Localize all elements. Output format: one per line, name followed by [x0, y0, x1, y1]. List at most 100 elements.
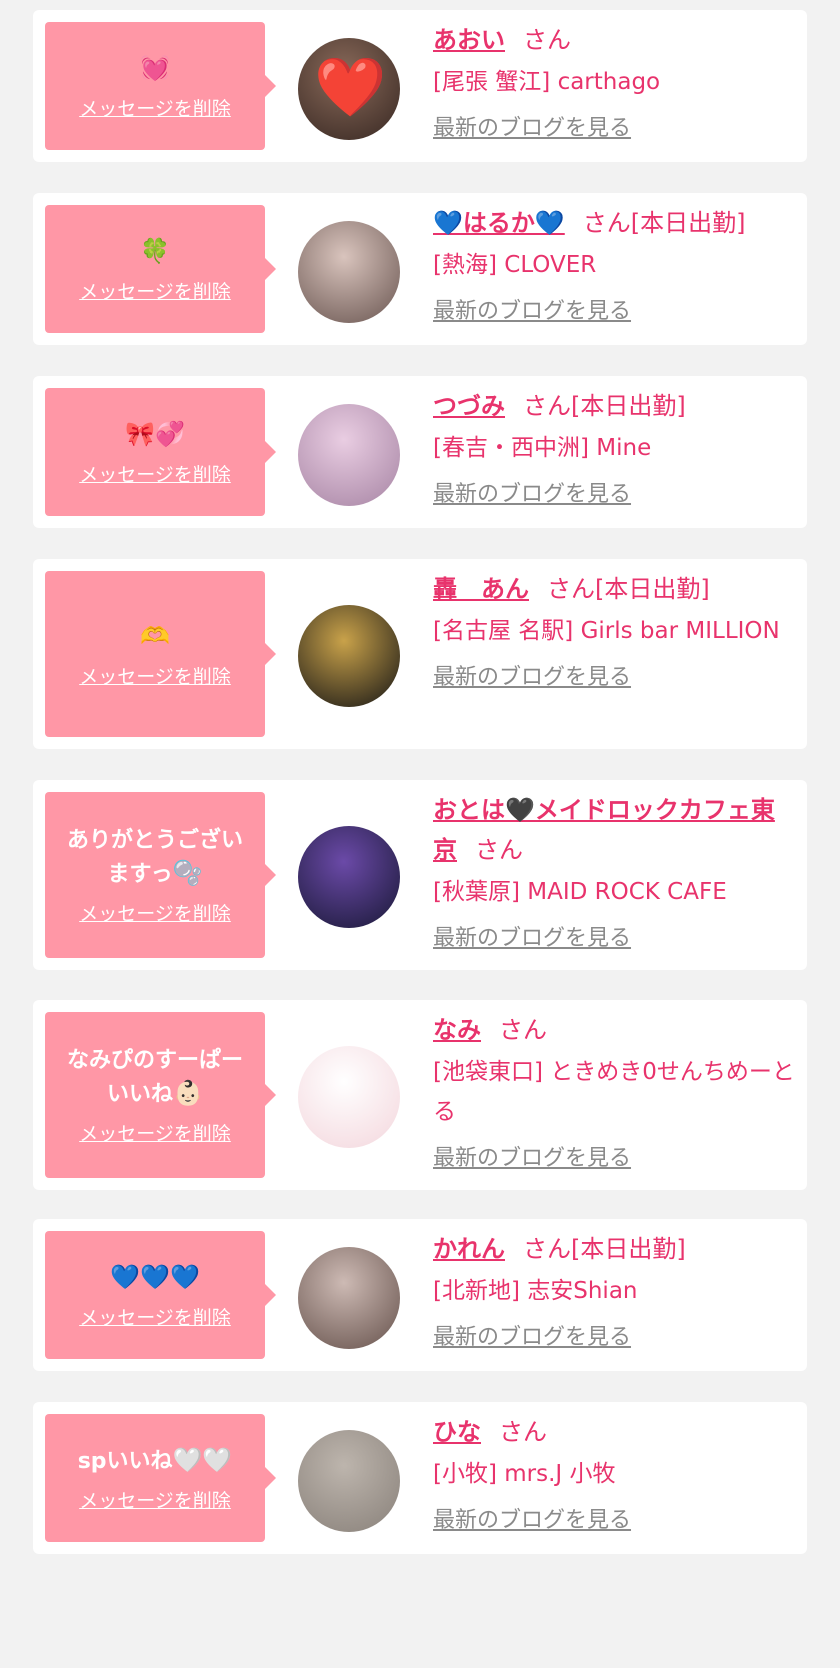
message-card: なみぴのすーぱーいいね👶🏻 メッセージを削除 なみ さん [池袋東口] ときめき0せんち… — [33, 1000, 807, 1190]
message-bubble: 💓 メッセージを削除 — [45, 22, 276, 150]
message-text: 🎀💞 — [113, 418, 197, 452]
message-emoji: 💙💙💙 — [110, 1262, 200, 1291]
name-suffix: さん[本日出勤] — [582, 209, 746, 237]
message-bubble: spいいね🤍🤍 メッセージを削除 — [45, 1414, 276, 1542]
message-text: 💓 — [128, 52, 182, 86]
name-line: ひな さん — [433, 1412, 795, 1452]
message-emoji: 🫧 — [172, 858, 203, 887]
avatar[interactable] — [298, 404, 400, 506]
message-bubble: 🫶 メッセージを削除 — [45, 571, 276, 737]
latest-blog-link[interactable]: 最新のブログを見る — [433, 1323, 631, 1353]
profile-name-link[interactable]: なみ — [433, 1016, 481, 1044]
avatar[interactable] — [298, 1046, 400, 1148]
delete-message-link[interactable]: メッセージを削除 — [79, 1303, 231, 1330]
message-body: ありがとうございますっ — [66, 827, 243, 887]
message-card: 🍀 メッセージを削除 💙はるか💙 さん[本日出勤] [熱海] CLOVER 最新のブログを… — [33, 193, 807, 345]
message-emoji: 🫶 — [140, 621, 170, 650]
latest-blog-link[interactable]: 最新のブログを見る — [433, 480, 631, 510]
message-text: 🍀 — [128, 235, 182, 269]
message-bubble: 🎀💞 メッセージを削除 — [45, 388, 276, 516]
message-card: 💙💙💙 メッセージを削除 かれん さん[本日出勤] [北新地] 志安Shian 最新のブロ… — [33, 1219, 807, 1371]
name-line: なみ さん — [433, 1010, 795, 1050]
message-list: 💓 メッセージを削除 ❤️ あおい さん [尾張 蟹江] carthago 最新のブログを見… — [0, 0, 840, 1668]
latest-blog-link[interactable]: 最新のブログを見る — [433, 1506, 631, 1536]
delete-message-link[interactable]: メッセージを削除 — [79, 94, 231, 121]
message-text: spいいね🤍🤍 — [66, 1444, 245, 1478]
message-text: 🫶 — [128, 620, 182, 654]
message-body: なみぴのすーぱーいいね — [66, 1047, 243, 1107]
shop-label: [名古屋 名駅] Girls bar MILLION — [433, 618, 780, 644]
message-text: なみぴのすーぱーいいね👶🏻 — [45, 1045, 265, 1111]
shop-label: [秋葉原] MAID ROCK CAFE — [433, 879, 727, 905]
message-body: spいいね — [77, 1448, 173, 1474]
message-bubble: なみぴのすーぱーいいね👶🏻 メッセージを削除 — [45, 1012, 276, 1178]
name-line: 轟 あん さん[本日出勤] — [433, 569, 795, 609]
profile-name-link[interactable]: つづみ — [433, 392, 505, 420]
message-card: 💓 メッセージを削除 ❤️ あおい さん [尾張 蟹江] carthago 最新のブログを見… — [33, 10, 807, 162]
name-suffix: さん[本日出勤] — [523, 392, 686, 420]
avatar[interactable]: ❤️ — [298, 38, 400, 140]
avatar[interactable] — [298, 221, 400, 323]
latest-blog-link[interactable]: 最新のブログを見る — [433, 114, 631, 144]
delete-message-link[interactable]: メッセージを削除 — [79, 460, 231, 487]
profile-info: なみ さん [池袋東口] ときめき0せんちめーとる最新のブログを見る — [433, 1010, 795, 1174]
latest-blog-link[interactable]: 最新のブログを見る — [433, 663, 631, 693]
shop-label: [池袋東口] ときめき0せんちめーとる — [433, 1059, 795, 1125]
name-line: かれん さん[本日出勤] — [433, 1229, 795, 1269]
delete-message-link[interactable]: メッセージを削除 — [79, 277, 231, 304]
profile-name-link[interactable]: 轟 あん — [433, 575, 529, 603]
message-card: 🎀💞 メッセージを削除 つづみ さん[本日出勤] [春吉・西中洲] Mine 最新のブログ… — [33, 376, 807, 528]
message-bubble: ありがとうございますっ🫧 メッセージを削除 — [45, 792, 276, 958]
avatar[interactable] — [298, 1247, 400, 1349]
message-card: ありがとうございますっ🫧 メッセージを削除 おとは🖤メイドロックカフェ東京 さん [秋葉… — [33, 780, 807, 970]
message-card: 🫶 メッセージを削除 轟 あん さん[本日出勤] [名古屋 名駅] Girls bar … — [33, 559, 807, 749]
name-suffix: さん[本日出勤] — [547, 575, 710, 603]
name-line: 💙はるか💙 さん[本日出勤] — [433, 203, 795, 243]
latest-blog-link[interactable]: 最新のブログを見る — [433, 924, 631, 954]
name-suffix: さん[本日出勤] — [523, 1235, 686, 1263]
shop-label: [熱海] CLOVER — [433, 252, 597, 278]
latest-blog-link[interactable]: 最新のブログを見る — [433, 297, 631, 327]
profile-info: 轟 あん さん[本日出勤] [名古屋 名駅] Girls bar MILLION 最新… — [433, 569, 795, 693]
delete-message-link[interactable]: メッセージを削除 — [79, 899, 231, 926]
message-emoji: 🤍🤍 — [172, 1445, 233, 1474]
delete-message-link[interactable]: メッセージを削除 — [79, 1486, 231, 1513]
delete-message-link[interactable]: メッセージを削除 — [79, 662, 231, 689]
profile-info: かれん さん[本日出勤] [北新地] 志安Shian 最新のブログを見る — [433, 1229, 795, 1353]
message-emoji: 💓 — [140, 53, 170, 82]
shop-label: [春吉・西中洲] Mine — [433, 435, 652, 461]
message-text: 💙💙💙 — [98, 1261, 212, 1295]
name-suffix: さん — [499, 1418, 547, 1446]
profile-name-link[interactable]: かれん — [433, 1235, 505, 1263]
name-suffix: さん — [475, 836, 523, 864]
profile-info: ひな さん [小牧] mrs.J 小牧最新のブログを見る — [433, 1412, 795, 1536]
delete-message-link[interactable]: メッセージを削除 — [79, 1119, 231, 1146]
profile-info: つづみ さん[本日出勤] [春吉・西中洲] Mine 最新のブログを見る — [433, 386, 795, 510]
message-card: spいいね🤍🤍 メッセージを削除 ひな さん [小牧] mrs.J 小牧最新のブログを見… — [33, 1402, 807, 1554]
message-text: ありがとうございますっ🫧 — [45, 825, 265, 891]
profile-info: おとは🖤メイドロックカフェ東京 さん [秋葉原] MAID ROCK CAFE 最新の… — [433, 790, 795, 954]
name-line: あおい さん — [433, 20, 795, 60]
message-emoji: 🍀 — [140, 236, 170, 265]
name-suffix: さん — [523, 26, 571, 54]
avatar[interactable] — [298, 605, 400, 707]
message-bubble: 🍀 メッセージを削除 — [45, 205, 276, 333]
message-bubble: 💙💙💙 メッセージを削除 — [45, 1231, 276, 1359]
profile-name-link[interactable]: あおい — [433, 26, 505, 54]
shop-label: [尾張 蟹江] carthago — [433, 69, 661, 95]
name-line: おとは🖤メイドロックカフェ東京 さん — [433, 790, 795, 870]
name-line: つづみ さん[本日出勤] — [433, 386, 795, 426]
profile-name-link[interactable]: ひな — [433, 1418, 481, 1446]
heart-sticker-icon: ❤️ — [314, 53, 387, 121]
shop-label: [小牧] mrs.J 小牧 — [433, 1461, 616, 1487]
shop-label: [北新地] 志安Shian — [433, 1278, 638, 1304]
avatar[interactable] — [298, 826, 400, 928]
name-suffix: さん — [499, 1016, 547, 1044]
latest-blog-link[interactable]: 最新のブログを見る — [433, 1144, 631, 1174]
profile-name-link[interactable]: 💙はるか💙 — [433, 209, 565, 237]
avatar[interactable] — [298, 1430, 400, 1532]
message-emoji: 👶🏻 — [173, 1078, 203, 1107]
profile-info: 💙はるか💙 さん[本日出勤] [熱海] CLOVER 最新のブログを見る — [433, 203, 795, 327]
profile-info: あおい さん [尾張 蟹江] carthago 最新のブログを見る — [433, 20, 795, 144]
message-emoji: 🎀💞 — [125, 419, 185, 448]
